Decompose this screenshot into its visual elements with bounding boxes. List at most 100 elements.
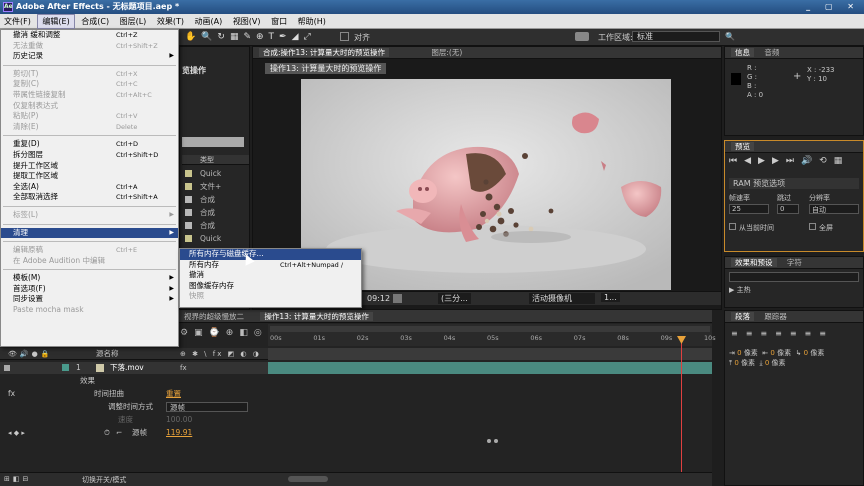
time-warp-row[interactable]: fx 时间扭曲 重置 [0, 388, 268, 400]
camera-dropdown[interactable]: 活动摄像机 [529, 293, 595, 304]
keyframe[interactable] [494, 439, 498, 443]
tab-effects-presets[interactable]: 效果和预设 [731, 258, 777, 267]
menu-item[interactable]: 同步设置 ▶ [1, 294, 178, 305]
from-current-checkbox[interactable] [729, 223, 736, 230]
snap-checkbox[interactable] [340, 32, 349, 41]
stopwatch-icon[interactable]: ⏱ [104, 427, 110, 439]
resolution-select[interactable]: 自动 [809, 204, 859, 214]
menu-item-label: 首选项(F) [13, 283, 46, 293]
monitor-icon[interactable] [575, 32, 589, 41]
menu-window[interactable]: 窗口 [267, 14, 291, 29]
project-item[interactable]: 合成 [182, 206, 249, 219]
keyframe-nav[interactable]: ◂ ◆ ▸ [8, 427, 25, 439]
tool-icons[interactable]: ✋🔍↻▦✎⊕T✒◢⤢ [185, 32, 316, 42]
tab-tracker[interactable]: 跟踪器 [764, 312, 787, 321]
indent-value[interactable]: 0 [737, 349, 741, 357]
tab-composition[interactable]: 合成:操作13: 计算量大时的预览操作 [259, 48, 389, 57]
visibility-icon[interactable] [4, 365, 10, 371]
tab-paragraph[interactable]: 段落 [731, 312, 754, 321]
tab-character[interactable]: 字符 [787, 258, 802, 267]
align-buttons[interactable]: ≡≡≡≡≡≡≡ [731, 329, 834, 338]
tab-info[interactable]: 信息 [731, 48, 754, 57]
source-frame-value[interactable]: 119.91 [166, 427, 192, 439]
skip-dropdown[interactable]: 0 [777, 204, 799, 214]
effects-group[interactable]: 效果 [0, 375, 268, 387]
layer-bar[interactable] [268, 362, 712, 374]
effects-search-input[interactable] [729, 272, 859, 282]
menu-effect[interactable]: 效果(T) [153, 14, 188, 29]
space-value[interactable]: 0 [734, 359, 738, 367]
project-item[interactable]: 合成 [182, 219, 249, 232]
menu-item[interactable]: 全部取消选择 Ctrl+Shift+A [1, 192, 178, 203]
reset-link[interactable]: 重置 [166, 388, 181, 400]
info-panel: 信息 音频 R :G :B :A : 0 + X : -233 Y : 10 [724, 46, 864, 136]
workspace-dropdown[interactable]: 标准 [632, 31, 720, 42]
menu-composition[interactable]: 合成(C) [77, 14, 113, 29]
menu-item[interactable]: 所有内存 Ctrl+Alt+Numpad / [180, 260, 361, 271]
menu-file[interactable]: 文件(F) [0, 14, 35, 29]
menu-help[interactable]: 帮助(H) [294, 14, 330, 29]
menu-item[interactable]: 图像缓存内存 [180, 281, 361, 292]
window-controls[interactable]: _ ▢ ✕ [806, 0, 860, 14]
menu-item[interactable]: 重复(D) Ctrl+D [1, 139, 178, 150]
fullscreen-checkbox[interactable] [809, 223, 816, 230]
menu-item[interactable]: 模板(M) ▶ [1, 273, 178, 284]
menu-animation[interactable]: 动画(A) [191, 14, 227, 29]
project-search-field[interactable] [182, 137, 244, 147]
transport-controls[interactable]: ⏮◀▶▶⏭🔊⟲▦ [729, 156, 849, 166]
menu-item[interactable]: 清理 ▶ [1, 227, 178, 239]
zoom-slider[interactable] [288, 476, 328, 482]
footer-icons[interactable]: ⊞◧⊟ [4, 475, 31, 483]
work-area-bar[interactable] [268, 348, 712, 360]
search-help-icon[interactable]: 🔍 [725, 32, 735, 41]
keyframe[interactable] [487, 439, 491, 443]
menu-item[interactable]: 拆分图层 Ctrl+Shift+D [1, 150, 178, 161]
from-current-option[interactable]: 从当前时间 [729, 223, 774, 233]
ram-preview-options[interactable]: RAM 预览选项 [729, 178, 859, 189]
tab-timeline-comp1[interactable]: 视界的超级慢放二 [184, 312, 244, 321]
timeline-switch-icons[interactable]: ⚙▣⌚⊕◧◎ [180, 328, 268, 338]
effects-category[interactable]: ▶ 主热 [729, 285, 751, 295]
indent-value[interactable]: 0 [804, 349, 808, 357]
source-frame-row[interactable]: ◂ ◆ ▸ ⏱ ⌐ 源帧 119.91 [0, 427, 268, 439]
tab-timeline-comp2[interactable]: 操作13: 计算量大时的预览操作 [260, 312, 373, 321]
tab-layer[interactable]: 图层:(无) [431, 48, 462, 57]
views-dropdown[interactable]: 1... [601, 293, 620, 302]
tab-preview[interactable]: 预览 [731, 142, 754, 151]
tab-audio[interactable]: 音频 [764, 48, 779, 57]
menu-item[interactable]: 所有内存与磁盘缓存... [180, 249, 361, 260]
layer-name[interactable]: 下落.mov [110, 362, 144, 374]
frame-rate-dropdown[interactable]: 25 [729, 204, 769, 214]
menu-layer[interactable]: 图层(L) [116, 14, 151, 29]
menu-item[interactable]: 撤消 缓和调整 Ctrl+Z [1, 30, 178, 41]
space-value[interactable]: 0 [765, 359, 769, 367]
comp-breadcrumb[interactable]: 操作13: 计算量大时的预览操作 [265, 63, 387, 74]
project-item[interactable]: Quick [182, 232, 249, 245]
indent-value[interactable]: 0 [770, 349, 774, 357]
layer-row[interactable]: 1 下落.mov fx [0, 362, 268, 374]
menu-edit[interactable]: 编辑(E) [37, 14, 75, 29]
fx-icon[interactable]: fx [8, 388, 15, 400]
menu-item[interactable]: 首选项(F) ▶ [1, 284, 178, 295]
resolution-dropdown[interactable]: (三分... [438, 293, 471, 304]
fullscreen-option[interactable]: 全屏 [809, 223, 833, 233]
comp-timecode[interactable]: 09:12 [367, 294, 390, 303]
project-item[interactable]: 文件+ [182, 180, 249, 193]
timeline-ruler[interactable]: 00s 01s 02s 03s 04s 05s 06s 07s 08s 09s 10s [268, 324, 716, 346]
snapshot-icon[interactable] [393, 294, 402, 303]
toggle-switches-modes[interactable]: 切换开关/模式 [82, 475, 126, 485]
menu-item[interactable]: 提升工作区域 [1, 161, 178, 172]
menu-item[interactable]: 全选(A) Ctrl+A [1, 182, 178, 193]
menu-item[interactable]: 历史记录 ▶ [1, 51, 178, 62]
fx-switch[interactable]: fx [180, 362, 187, 374]
rgba-readout: R :G :B :A : 0 [747, 64, 764, 99]
graph-icon[interactable]: ⌐ [116, 427, 122, 439]
time-navigator[interactable] [270, 326, 710, 332]
project-item[interactable]: 合成 [182, 193, 249, 206]
menu-view[interactable]: 视图(V) [229, 14, 265, 29]
project-item[interactable]: Quick [182, 167, 249, 180]
adjust-method-dropdown[interactable]: 源帧 [166, 402, 248, 412]
menu-item[interactable]: 提取工作区域 [1, 171, 178, 182]
menu-item[interactable]: 撤消 [180, 270, 361, 281]
zoom-bar[interactable] [268, 472, 712, 486]
